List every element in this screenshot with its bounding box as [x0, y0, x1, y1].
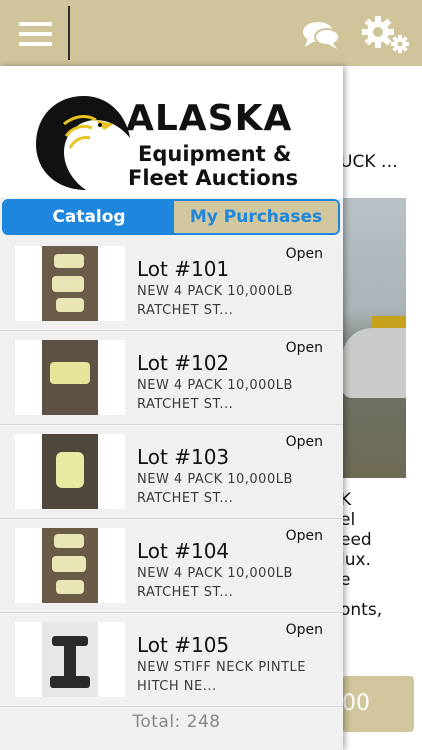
lot-thumbnail: [15, 528, 125, 603]
lot-description: NEW STIFF NECK PINTLE HITCH NE...: [137, 660, 307, 694]
background-description: K el eed lux. e onts,: [340, 490, 383, 620]
side-drawer: ALASKA Equipment & Fleet Auctions Catalo…: [0, 66, 343, 750]
lot-row[interactable]: Lot #101 NEW 4 PACK 10,000LB RATCHET ST.…: [0, 237, 343, 331]
lot-title: Lot #105: [137, 633, 230, 657]
lot-status: Open: [285, 528, 323, 544]
lot-row[interactable]: Lot #104 NEW 4 PACK 10,000LB RATCHET ST.…: [0, 519, 343, 613]
tab-catalog[interactable]: Catalog: [4, 201, 174, 233]
lot-row[interactable]: Lot #105 NEW STIFF NECK PINTLE HITCH NE.…: [0, 613, 343, 707]
eagle-logo-icon: [36, 96, 130, 190]
lot-thumbnail: [15, 246, 125, 321]
lot-status: Open: [285, 340, 323, 356]
hamburger-menu-icon[interactable]: [0, 0, 68, 66]
total-count: Total: 248: [132, 712, 221, 732]
lot-description: NEW 4 PACK 10,000LB RATCHET ST...: [137, 378, 293, 412]
background-title-text: UCK …: [340, 152, 398, 172]
lot-status: Open: [285, 622, 323, 638]
background-photo: [342, 198, 406, 478]
top-bar: [0, 0, 422, 66]
lot-description: NEW 4 PACK 10,000LB RATCHET ST...: [137, 472, 293, 506]
lot-title: Lot #104: [137, 539, 230, 563]
lot-title: Lot #102: [137, 351, 230, 375]
lot-description: NEW 4 PACK 10,000LB RATCHET ST...: [137, 284, 293, 318]
lot-row[interactable]: Lot #103 NEW 4 PACK 10,000LB RATCHET ST.…: [0, 425, 343, 519]
lot-thumbnail: [15, 434, 125, 509]
company-logo: ALASKA Equipment & Fleet Auctions: [0, 66, 343, 198]
lot-title: Lot #101: [137, 257, 230, 281]
tab-switcher: Catalog My Purchases: [2, 199, 340, 235]
settings-gear-icon[interactable]: [360, 14, 410, 54]
lot-status: Open: [285, 434, 323, 450]
tab-my-purchases[interactable]: My Purchases: [174, 201, 338, 233]
lot-title: Lot #103: [137, 445, 230, 469]
lot-thumbnail: [15, 622, 125, 697]
lot-row[interactable]: Lot #102 NEW 4 PACK 10,000LB RATCHET ST.…: [0, 331, 343, 425]
chat-bubbles-icon[interactable]: [302, 20, 340, 50]
lot-thumbnail: [15, 340, 125, 415]
lot-status: Open: [285, 246, 323, 262]
lot-description: NEW 4 PACK 10,000LB RATCHET ST...: [137, 566, 293, 600]
toolbar-divider: [68, 6, 70, 60]
